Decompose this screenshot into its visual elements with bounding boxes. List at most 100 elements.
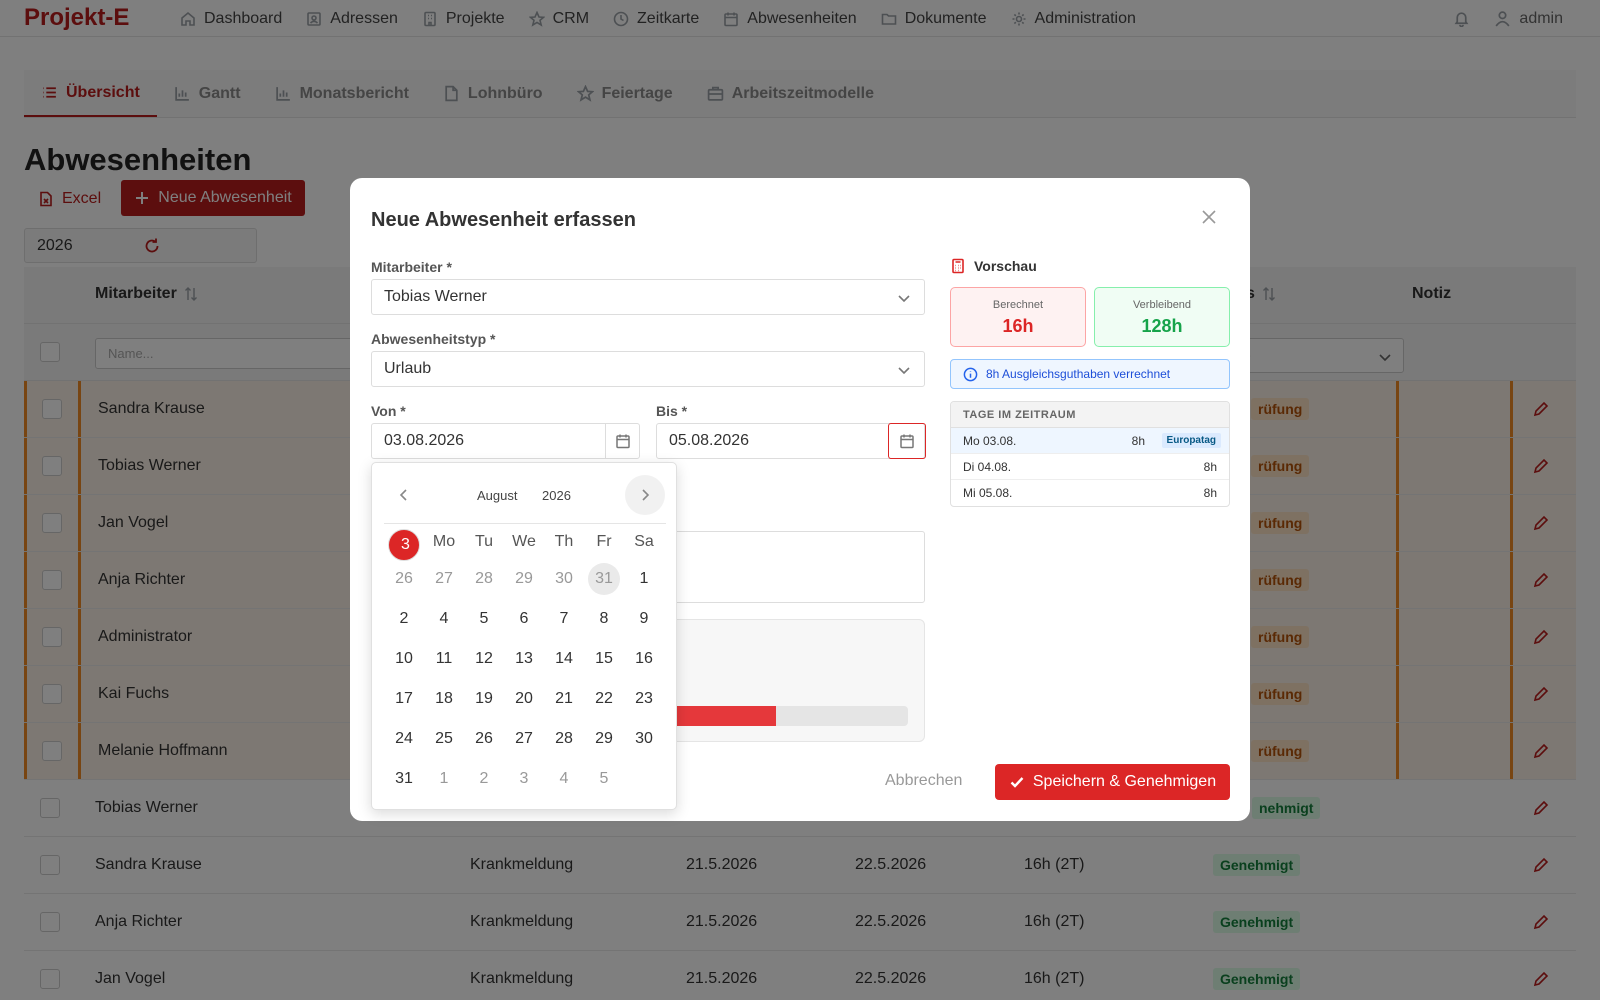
calendar-day[interactable]: 4: [548, 763, 580, 795]
calendar-day[interactable]: 2: [388, 603, 420, 635]
calendar-day[interactable]: 23: [628, 683, 660, 715]
year-select[interactable]: 2026: [542, 488, 571, 503]
day-hours: 8h: [1131, 433, 1145, 448]
month-select[interactable]: August: [477, 488, 517, 503]
calendar-day[interactable]: 25: [428, 723, 460, 755]
calendar-day[interactable]: 31: [388, 763, 420, 795]
info-icon: [963, 367, 978, 381]
to-date-input[interactable]: 05.08.2026: [656, 423, 926, 459]
calendar-day[interactable]: 3: [508, 763, 540, 795]
calendar-day[interactable]: 7: [548, 603, 580, 635]
calendar-icon: [900, 434, 914, 449]
chevron-down-icon: [898, 367, 910, 375]
day-hours: 8h: [1203, 459, 1217, 474]
calendar-day[interactable]: 21: [548, 683, 580, 715]
holiday-tag: Europatag: [1161, 433, 1221, 448]
day-date: Mi 05.08.: [963, 486, 1013, 500]
dialog-title: Neue Abwesenheit erfassen: [371, 209, 636, 231]
list-item: Mi 05.08. 8h: [951, 480, 1229, 506]
calendar-day[interactable]: 29: [508, 563, 540, 595]
weekday-label: Tu: [474, 533, 494, 550]
calendar-day[interactable]: 10: [388, 643, 420, 675]
calendar-day[interactable]: 11: [428, 643, 460, 675]
employee-label: Mitarbeiter *: [371, 259, 452, 275]
weekday-label: Fr: [596, 533, 612, 550]
calendar-day[interactable]: 27: [508, 723, 540, 755]
weekday-label: We: [512, 533, 536, 550]
calculated-value: 16h: [1002, 316, 1034, 336]
calendar-day[interactable]: 28: [548, 723, 580, 755]
cancel-button[interactable]: Abbrechen: [885, 772, 962, 790]
next-month-button[interactable]: [625, 475, 665, 515]
check-icon: [1010, 777, 1024, 788]
balance-progress-bar: [672, 706, 908, 726]
chevron-left-icon: [399, 489, 407, 501]
from-label: Von *: [371, 403, 406, 419]
calendar-day[interactable]: 5: [588, 763, 620, 795]
calendar-day[interactable]: 8: [588, 603, 620, 635]
to-calendar-button[interactable]: [888, 423, 926, 459]
remaining-value: 128h: [1141, 316, 1183, 336]
calendar-day[interactable]: 20: [508, 683, 540, 715]
weekday-label: Th: [554, 533, 574, 550]
from-calendar-button[interactable]: [605, 423, 640, 459]
from-date-input[interactable]: 03.08.2026: [371, 423, 640, 459]
calendar-day[interactable]: 2: [468, 763, 500, 795]
list-item: Di 04.08. 8h: [951, 454, 1229, 480]
absence-type-value: Urlaub: [384, 360, 432, 377]
calendar-day[interactable]: 9: [628, 603, 660, 635]
calculated-hours-card: Berechnet 16h: [950, 287, 1086, 347]
calendar-day[interactable]: 27: [428, 563, 460, 595]
calendar-day[interactable]: 14: [548, 643, 580, 675]
info-message: 8h Ausgleichsguthaben verrechnet: [950, 359, 1230, 389]
calculator-icon: [952, 258, 964, 274]
remaining-hours-card: Verbleibend 128h: [1094, 287, 1230, 347]
calendar-day[interactable]: 5: [468, 603, 500, 635]
days-in-range-list: TAGE IM ZEITRAUM Mo 03.08. 8h Europatag …: [950, 401, 1230, 507]
calendar-day[interactable]: 6: [508, 603, 540, 635]
date-picker-popup: August 2026 SuMoTuWeThFrSa26272829303112…: [371, 462, 677, 810]
calendar-day[interactable]: 4: [428, 603, 460, 635]
day-date: Mo 03.08.: [963, 433, 1017, 448]
absence-type-select[interactable]: Urlaub: [371, 351, 925, 387]
weekday-label: Sa: [634, 533, 654, 550]
info-text: 8h Ausgleichsguthaben verrechnet: [986, 367, 1171, 381]
save-approve-button[interactable]: Speichern & Genehmigen: [995, 764, 1230, 800]
remaining-label: Verbleibend: [1132, 299, 1192, 311]
days-header: TAGE IM ZEITRAUM: [951, 402, 1229, 428]
balance-progress-fill: [672, 706, 776, 726]
calendar-day[interactable]: 19: [468, 683, 500, 715]
calculated-label: Berechnet: [992, 299, 1044, 311]
calendar-day[interactable]: 1: [428, 763, 460, 795]
day-date: Di 04.08.: [963, 459, 1012, 474]
calendar-day[interactable]: 17: [388, 683, 420, 715]
employee-select[interactable]: Tobias Werner: [371, 279, 925, 315]
calendar-day[interactable]: 28: [468, 563, 500, 595]
calendar-day[interactable]: 3: [388, 529, 420, 561]
calendar-day[interactable]: 22: [588, 683, 620, 715]
calendar-day[interactable]: 29: [588, 723, 620, 755]
day-hours: 8h: [1203, 486, 1217, 500]
calendar-day[interactable]: 15: [588, 643, 620, 675]
calendar-day[interactable]: 31: [588, 563, 620, 595]
close-icon[interactable]: [1200, 208, 1218, 226]
weekday-label: Mo: [432, 533, 456, 550]
calendar-day[interactable]: 24: [388, 723, 420, 755]
from-date-value: 03.08.2026: [384, 432, 465, 449]
calendar-day[interactable]: 12: [468, 643, 500, 675]
calendar-day[interactable]: 18: [428, 683, 460, 715]
prev-month-button[interactable]: [384, 475, 424, 515]
list-item: Mo 03.08. 8h Europatag: [951, 428, 1229, 454]
preview-title: Vorschau: [974, 258, 1037, 274]
calendar-day[interactable]: 16: [628, 643, 660, 675]
to-date-value: 05.08.2026: [669, 432, 750, 449]
chevron-right-icon: [642, 489, 650, 501]
calendar-day[interactable]: 30: [548, 563, 580, 595]
calendar-day[interactable]: 30: [628, 723, 660, 755]
calendar-day[interactable]: 26: [388, 563, 420, 595]
calendar-day[interactable]: 13: [508, 643, 540, 675]
calendar-day[interactable]: 1: [628, 563, 660, 595]
calendar-day[interactable]: 26: [468, 723, 500, 755]
absence-type-label: Abwesenheitstyp *: [371, 331, 496, 347]
chevron-down-icon: [898, 295, 910, 303]
